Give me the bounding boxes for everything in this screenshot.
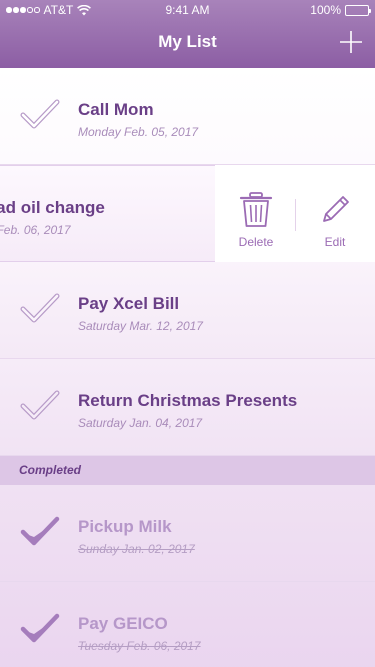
actions-divider [295, 199, 296, 231]
task-date: Saturday Mar. 12, 2017 [78, 319, 203, 333]
task-name: Pickup Milk [78, 517, 172, 536]
completed-task-row[interactable]: Pay GEICO Tuesday Feb. 06, 2017 [0, 582, 375, 667]
check-outline-icon[interactable] [20, 292, 60, 326]
row-actions: Delete Edit [215, 165, 375, 262]
check-outline-icon[interactable] [20, 389, 60, 423]
task-name: Pay Xcel Bill [78, 294, 180, 313]
battery-icon [345, 4, 371, 16]
task-name: Pay GEICO [78, 614, 168, 633]
edit-label: Edit [324, 235, 346, 249]
task-date: Tuesday Feb. 06, 2017 [78, 639, 201, 653]
check-filled-icon[interactable] [20, 612, 60, 646]
task-date: Tuesday Feb. 06, 2017 [0, 223, 71, 237]
page-title: My List [158, 32, 217, 51]
delete-button[interactable]: Delete [226, 191, 286, 249]
task-row-swiped[interactable]: Railroad oil change Tuesday Feb. 06, 201… [0, 165, 375, 262]
task-row-content[interactable]: Railroad oil change Tuesday Feb. 06, 201… [0, 165, 215, 262]
task-row[interactable]: Pay Xcel Bill Saturday Mar. 12, 2017 [0, 262, 375, 359]
status-right: 100% [310, 0, 371, 20]
check-filled-icon[interactable] [20, 515, 60, 549]
task-row[interactable]: Call Mom Monday Feb. 05, 2017 [0, 68, 375, 165]
battery-label: 100% [310, 3, 341, 17]
trash-icon [239, 192, 273, 227]
task-date: Saturday Jan. 04, 2017 [78, 416, 203, 430]
task-date: Sunday Jan. 02, 2017 [78, 542, 195, 556]
add-task-button[interactable] [337, 28, 365, 56]
nav-header: AT&T 9:41 AM 100% My List [0, 0, 375, 68]
task-date: Monday Feb. 05, 2017 [78, 125, 199, 139]
edit-button[interactable]: Edit [305, 191, 365, 249]
pencil-icon [323, 196, 349, 222]
task-name: Call Mom [78, 100, 154, 119]
task-row[interactable]: Return Christmas Presents Saturday Jan. … [0, 359, 375, 456]
completed-task-row[interactable]: Pickup Milk Sunday Jan. 02, 2017 [0, 485, 375, 582]
check-outline-icon[interactable] [20, 98, 60, 132]
task-name: Railroad oil change [0, 198, 105, 217]
task-name: Return Christmas Presents [78, 391, 298, 410]
status-bar: AT&T 9:41 AM 100% [0, 0, 375, 20]
delete-label: Delete [238, 235, 274, 249]
completed-section-header: Completed [0, 456, 375, 485]
